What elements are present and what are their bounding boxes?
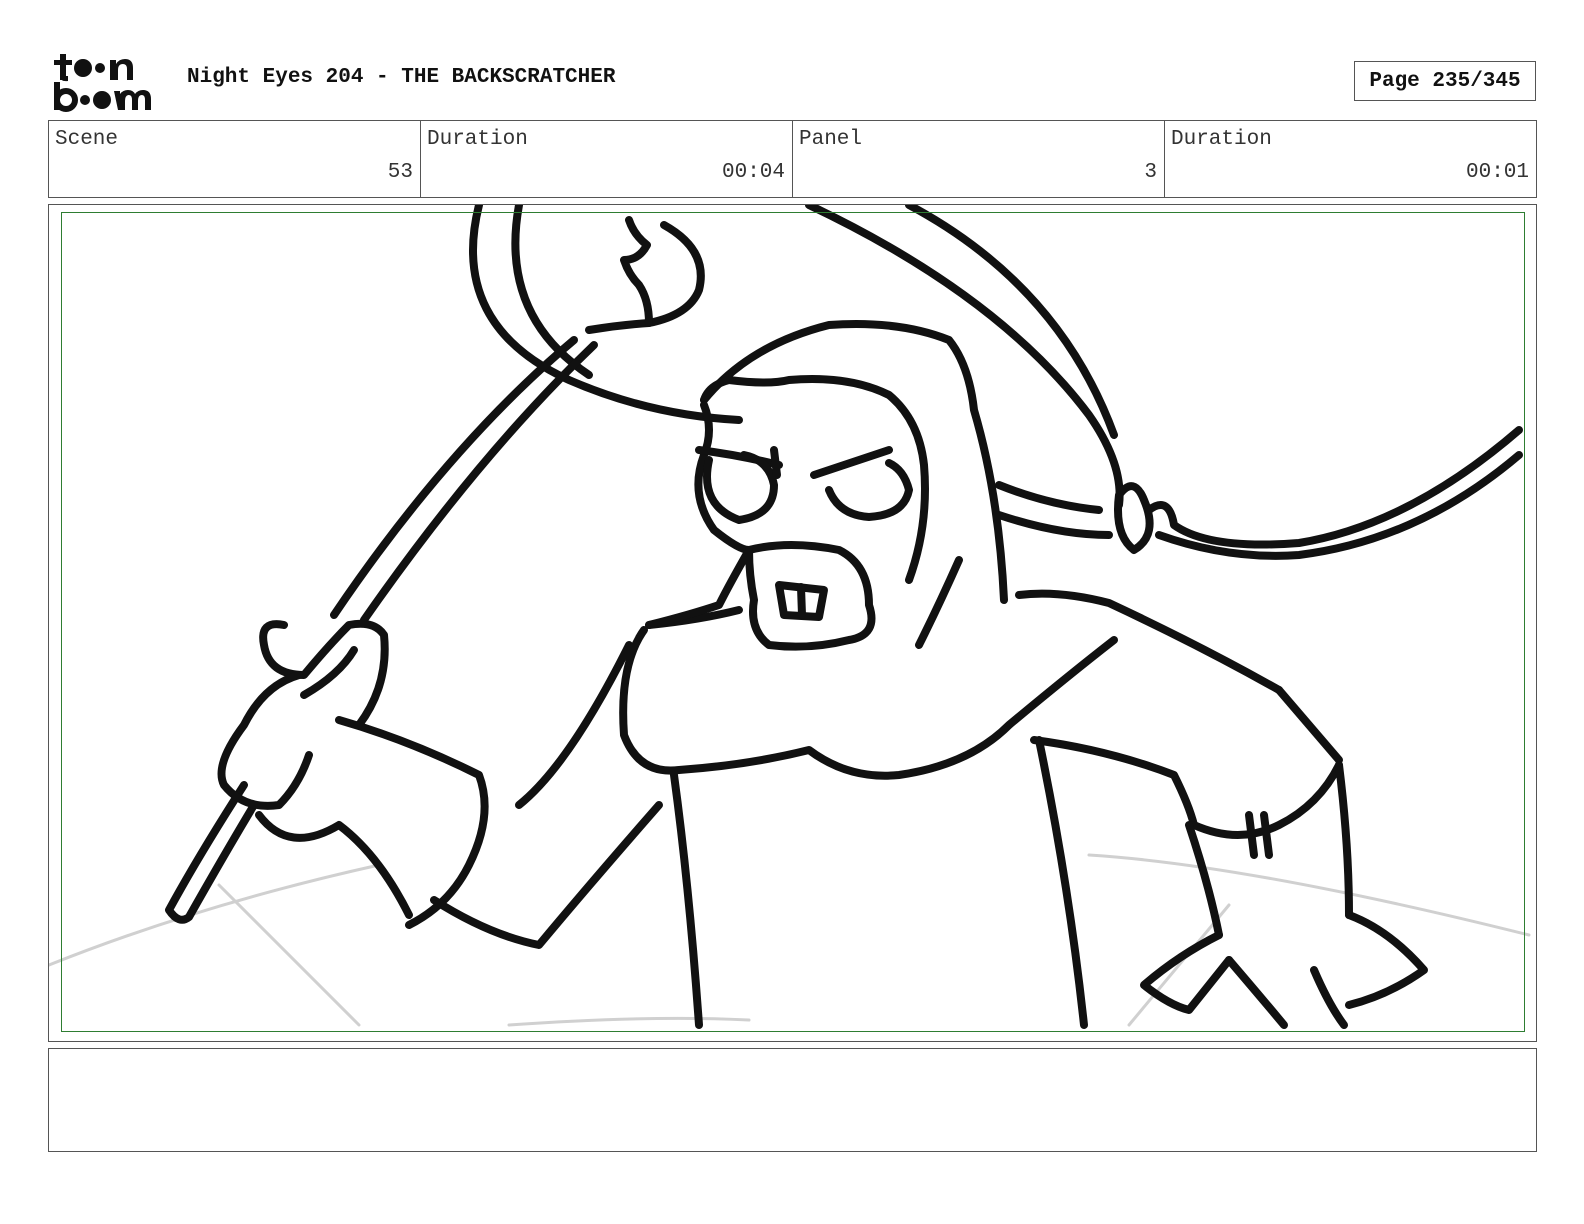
scene-duration-cell: Duration 00:04 [421,121,793,197]
panel-notes[interactable] [48,1048,1537,1152]
panel-duration-label: Duration [1171,128,1272,151]
scene-label: Scene [55,128,119,151]
panel-duration-cell: Duration 00:01 [1165,121,1536,197]
page-indicator: Page 235/345 [1354,61,1536,101]
storyboard-panel [48,204,1537,1042]
panel-sketch [49,205,1531,1029]
info-row: Scene 53 Duration 00:04 Panel 3 Duration… [48,120,1537,198]
scene-duration-label: Duration [427,128,528,151]
scene-duration-value: 00:04 [721,161,785,184]
panel-cell: Panel 3 [793,121,1165,197]
page-label: Page 235/345 [1369,69,1521,93]
panel-label: Panel [799,128,863,151]
scene-value: 53 [387,161,413,184]
toonboom-logo [54,54,151,112]
panel-duration-value: 00:01 [1465,161,1529,184]
scene-cell: Scene 53 [49,121,421,197]
panel-value: 3 [1144,161,1157,184]
document-title: Night Eyes 204 - THE BACKSCRATCHER [187,66,616,89]
